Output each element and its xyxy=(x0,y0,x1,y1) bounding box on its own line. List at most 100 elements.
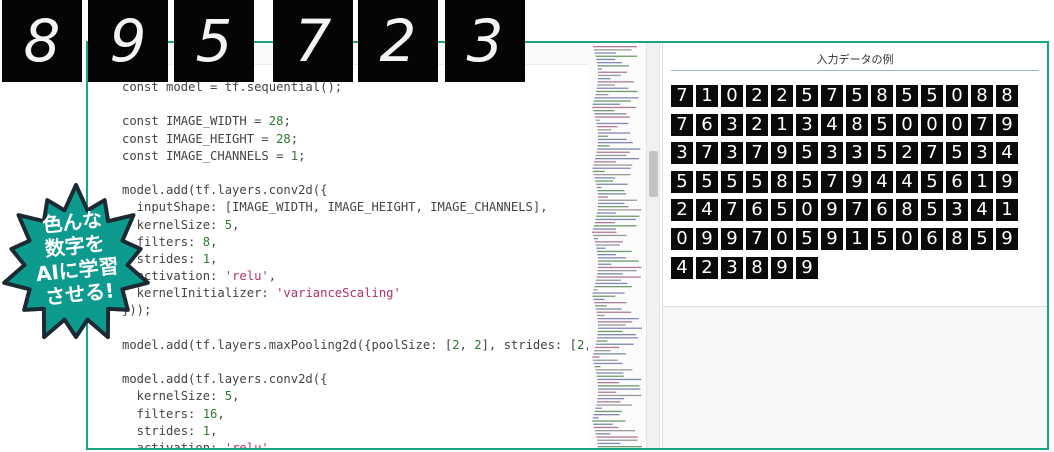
digit-sample: 0 xyxy=(921,113,943,136)
minimap-line xyxy=(597,71,628,73)
minimap-line xyxy=(592,46,637,48)
minimap-line xyxy=(592,231,617,233)
digit-sample: 3 xyxy=(946,199,968,222)
code-token: const model = tf.sequential(); xyxy=(122,80,343,94)
digit-sample: 9 xyxy=(696,227,718,250)
code-token: 'relu' xyxy=(224,269,269,284)
big-digit-tile: 2 xyxy=(358,0,438,82)
minimap-line xyxy=(593,298,605,301)
minimap-line xyxy=(596,212,616,214)
code-token: ; xyxy=(283,114,291,129)
digit-sample: 4 xyxy=(871,170,893,193)
digit-sample: 0 xyxy=(946,85,968,107)
digit-sample: 0 xyxy=(771,227,793,250)
minimap-line xyxy=(596,372,624,374)
digit-sample: 5 xyxy=(896,85,918,107)
minimap-line xyxy=(593,353,626,355)
digit-sample: 5 xyxy=(921,85,943,107)
code-line: filters: 16, xyxy=(88,406,588,423)
digit-sample: 8 xyxy=(971,85,993,107)
digit-sample: 5 xyxy=(871,142,893,165)
digit-sample: 3 xyxy=(821,142,843,165)
code-line: filters: 8, xyxy=(88,234,588,251)
panel-title: 入力データの例 xyxy=(816,53,894,66)
code-line: model.add(tf.layers.conv2d({ xyxy=(88,371,588,388)
digit-sample: 2 xyxy=(896,142,918,165)
minimap-line xyxy=(597,209,642,211)
digit-row: 37379533527534 xyxy=(671,142,1021,166)
digit-sample: 2 xyxy=(696,256,718,279)
minimap-line xyxy=(592,170,605,173)
minimap-line xyxy=(597,202,625,205)
digit-sample: 0 xyxy=(896,227,918,250)
digit-sample: 3 xyxy=(971,142,993,165)
big-digit-tile: 3 xyxy=(445,0,525,82)
code-token: 5 xyxy=(224,389,233,404)
digit-sample: 1 xyxy=(846,227,868,250)
minimap-line xyxy=(597,206,629,208)
digit-sample: 6 xyxy=(871,199,893,222)
minimap-line xyxy=(595,119,600,121)
digit-sample: 2 xyxy=(671,199,693,222)
editor-scrollbar[interactable] xyxy=(646,43,660,448)
digit-sample: 4 xyxy=(971,199,993,222)
digit-sample: 7 xyxy=(671,113,693,136)
code-token: const IMAGE_CHANNELS = xyxy=(122,148,291,163)
code-area[interactable]: const model = tf.sequential(); const IMAG… xyxy=(88,79,643,450)
minimap-line xyxy=(596,58,616,61)
app-window: const model = tf.sequential(); const IMAG… xyxy=(86,41,1049,450)
digit-row: 09970591506859 xyxy=(671,227,1021,252)
minimap-line xyxy=(597,129,612,131)
code-line: const IMAGE_HEIGHT = 28; xyxy=(88,131,588,148)
digit-sample: 7 xyxy=(846,199,868,222)
digit-sample: 7 xyxy=(821,170,843,193)
minimap-line xyxy=(594,177,616,179)
minimap-line xyxy=(592,356,600,358)
code-token: , xyxy=(268,269,277,284)
scrollbar-thumb[interactable] xyxy=(649,151,658,197)
code-token: 'relu' xyxy=(224,440,269,450)
minimap-line xyxy=(597,78,611,80)
minimap-line xyxy=(597,273,623,275)
minimap-line xyxy=(597,378,642,381)
digit-sample: 9 xyxy=(771,256,793,279)
minimap-line xyxy=(592,234,627,237)
minimap-line xyxy=(594,350,611,352)
code-minimap[interactable] xyxy=(588,43,646,448)
code-editor[interactable]: const model = tf.sequential(); const IMAG… xyxy=(88,43,643,450)
digit-sample: 1 xyxy=(771,113,793,136)
digit-sample: 4 xyxy=(996,142,1018,165)
digit-sample: 6 xyxy=(946,170,968,193)
code-token: , xyxy=(459,337,475,352)
code-line: })); xyxy=(88,302,588,319)
minimap-line xyxy=(597,65,630,67)
digit-sample: 8 xyxy=(746,256,768,279)
big-digit-tile: 8 xyxy=(2,0,82,82)
minimap-line xyxy=(595,308,622,310)
minimap-line xyxy=(594,430,636,432)
code-token: 2 xyxy=(474,337,482,352)
code-token: , xyxy=(210,423,218,438)
digit-sample: 2 xyxy=(746,113,768,136)
digit-sample: 1 xyxy=(996,199,1018,222)
minimap-lines xyxy=(592,46,642,448)
digit-sample: 9 xyxy=(796,256,818,279)
minimap-line xyxy=(595,369,633,371)
digit-sample: 3 xyxy=(796,113,818,136)
digit-sample: 7 xyxy=(696,142,718,165)
code-token: 5 xyxy=(224,217,233,232)
minimap-line xyxy=(596,186,602,189)
minimap-line xyxy=(596,276,641,278)
minimap-line xyxy=(597,193,627,195)
minimap-line xyxy=(595,343,634,345)
minimap-line xyxy=(597,260,639,262)
digit-sample: 2 xyxy=(771,85,793,107)
code-token: 28 xyxy=(276,131,291,146)
code-token: const IMAGE_WIDTH = xyxy=(122,114,269,129)
minimap-line xyxy=(597,145,610,147)
minimap-line xyxy=(592,295,616,297)
digit-sample: 8 xyxy=(846,113,868,136)
minimap-line xyxy=(595,282,628,285)
minimap-line xyxy=(597,68,602,70)
